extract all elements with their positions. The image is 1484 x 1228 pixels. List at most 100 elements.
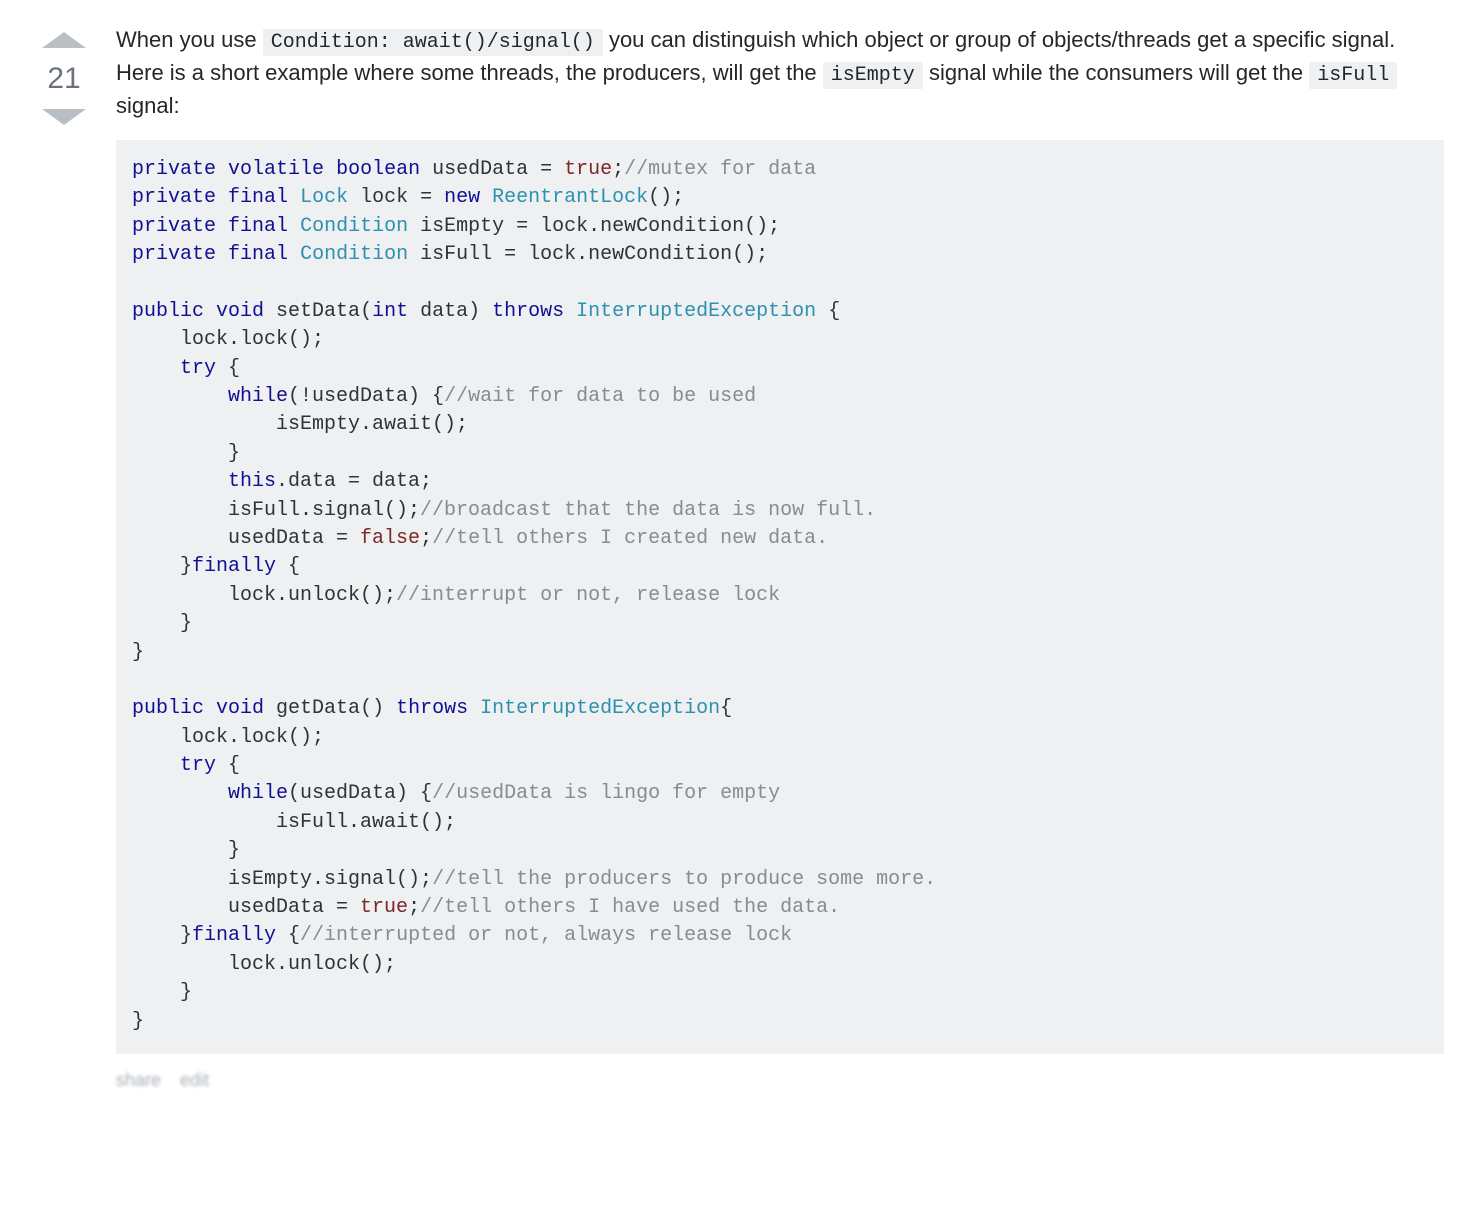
kw: public <box>132 300 204 323</box>
comment: //wait for data to be used <box>444 385 756 408</box>
code-text: (!usedData) { <box>288 385 444 408</box>
code-text: } <box>132 612 192 635</box>
kw: finally <box>192 924 276 947</box>
code-text: ; <box>420 527 432 550</box>
code-text <box>132 470 228 493</box>
kw: int <box>372 300 408 323</box>
edit-link[interactable]: edit <box>180 1070 209 1090</box>
code-text: { <box>276 924 300 947</box>
kw: throws <box>492 300 564 323</box>
code-text: ; <box>612 158 624 181</box>
type: Condition <box>300 215 408 238</box>
code-text: } <box>132 1010 144 1033</box>
code-text: { <box>276 555 300 578</box>
kw: this <box>228 470 276 493</box>
code-text: isEmpty.await(); <box>132 413 468 436</box>
kw: try <box>180 357 216 380</box>
code-text: lock.unlock(); <box>132 953 396 976</box>
type: Lock <box>300 186 348 209</box>
code-text: lock.lock(); <box>132 726 324 749</box>
post-menu: share edit <box>116 1070 1444 1091</box>
type: ReentrantLock <box>492 186 648 209</box>
code-text: } <box>132 641 144 664</box>
kw: private <box>132 243 216 266</box>
comment: //usedData is lingo for empty <box>432 782 780 805</box>
kw: throws <box>396 697 468 720</box>
code-text: } <box>132 555 192 578</box>
kw: final <box>228 215 288 238</box>
kw: finally <box>192 555 276 578</box>
kw: volatile <box>228 158 324 181</box>
code-text: setData( <box>264 300 372 323</box>
inline-code: Condition: await()/signal() <box>263 29 603 56</box>
page: 21 When you use Condition: await()/signa… <box>0 0 1484 1131</box>
downvote-icon[interactable] <box>42 109 86 125</box>
upvote-icon[interactable] <box>42 32 86 48</box>
inline-code: isEmpty <box>823 62 923 89</box>
code-text: { <box>720 697 732 720</box>
code-text: { <box>216 754 240 777</box>
answer: 21 When you use Condition: await()/signa… <box>28 24 1444 1091</box>
kw: private <box>132 186 216 209</box>
comment: //interrupted or not, always release loc… <box>300 924 792 947</box>
code-text <box>132 357 180 380</box>
kw: private <box>132 215 216 238</box>
literal: true <box>360 896 408 919</box>
share-link[interactable]: share <box>116 1070 161 1090</box>
code-text: usedData = <box>420 158 564 181</box>
kw: try <box>180 754 216 777</box>
code-text: { <box>816 300 840 323</box>
prose-text: When you use <box>116 27 263 52</box>
code-text: } <box>132 981 192 1004</box>
vote-count: 21 <box>28 62 100 95</box>
code-text: getData() <box>264 697 396 720</box>
comment: //tell the producers to produce some mor… <box>432 868 936 891</box>
code-text: } <box>132 924 192 947</box>
prose-text: signal while the consumers will get the <box>929 60 1309 85</box>
comment: //tell others I have used the data. <box>420 896 840 919</box>
code-text: lock.lock(); <box>132 328 324 351</box>
code-text: ; <box>408 896 420 919</box>
kw: private <box>132 158 216 181</box>
kw: while <box>228 385 288 408</box>
comment: //interrupt or not, release lock <box>396 584 780 607</box>
code-text: lock.unlock(); <box>132 584 396 607</box>
code-text <box>132 385 228 408</box>
kw: void <box>216 300 264 323</box>
literal: false <box>360 527 420 550</box>
code-text: } <box>132 839 240 862</box>
kw: public <box>132 697 204 720</box>
code-text: lock = <box>348 186 444 209</box>
kw: void <box>216 697 264 720</box>
code-text: isFull = lock.newCondition(); <box>408 243 768 266</box>
comment: //broadcast that the data is now full. <box>420 499 876 522</box>
code-text: (); <box>648 186 684 209</box>
code-text <box>132 754 180 777</box>
type: Condition <box>300 243 408 266</box>
code-text <box>132 782 228 805</box>
code-block[interactable]: private volatile boolean usedData = true… <box>116 140 1444 1054</box>
kw: new <box>444 186 480 209</box>
literal: true <box>564 158 612 181</box>
answer-paragraph: When you use Condition: await()/signal()… <box>116 24 1444 122</box>
code-text: { <box>216 357 240 380</box>
code-text: .data = data; <box>276 470 432 493</box>
code-text: (usedData) { <box>288 782 432 805</box>
code-text: isFull.await(); <box>132 811 456 834</box>
code-text: isEmpty.signal(); <box>132 868 432 891</box>
kw: boolean <box>336 158 420 181</box>
kw: final <box>228 186 288 209</box>
inline-code: isFull <box>1309 62 1397 89</box>
prose-text: signal: <box>116 93 180 118</box>
code-text: usedData = <box>132 896 360 919</box>
code-text: usedData = <box>132 527 360 550</box>
type: InterruptedException <box>480 697 720 720</box>
comment: //mutex for data <box>624 158 816 181</box>
vote-column: 21 <box>28 24 100 125</box>
code-text: data) <box>408 300 492 323</box>
kw: final <box>228 243 288 266</box>
type: InterruptedException <box>576 300 816 323</box>
post-body: When you use Condition: await()/signal()… <box>100 24 1444 1091</box>
code-text: isFull.signal(); <box>132 499 420 522</box>
code-text: isEmpty = lock.newCondition(); <box>408 215 780 238</box>
